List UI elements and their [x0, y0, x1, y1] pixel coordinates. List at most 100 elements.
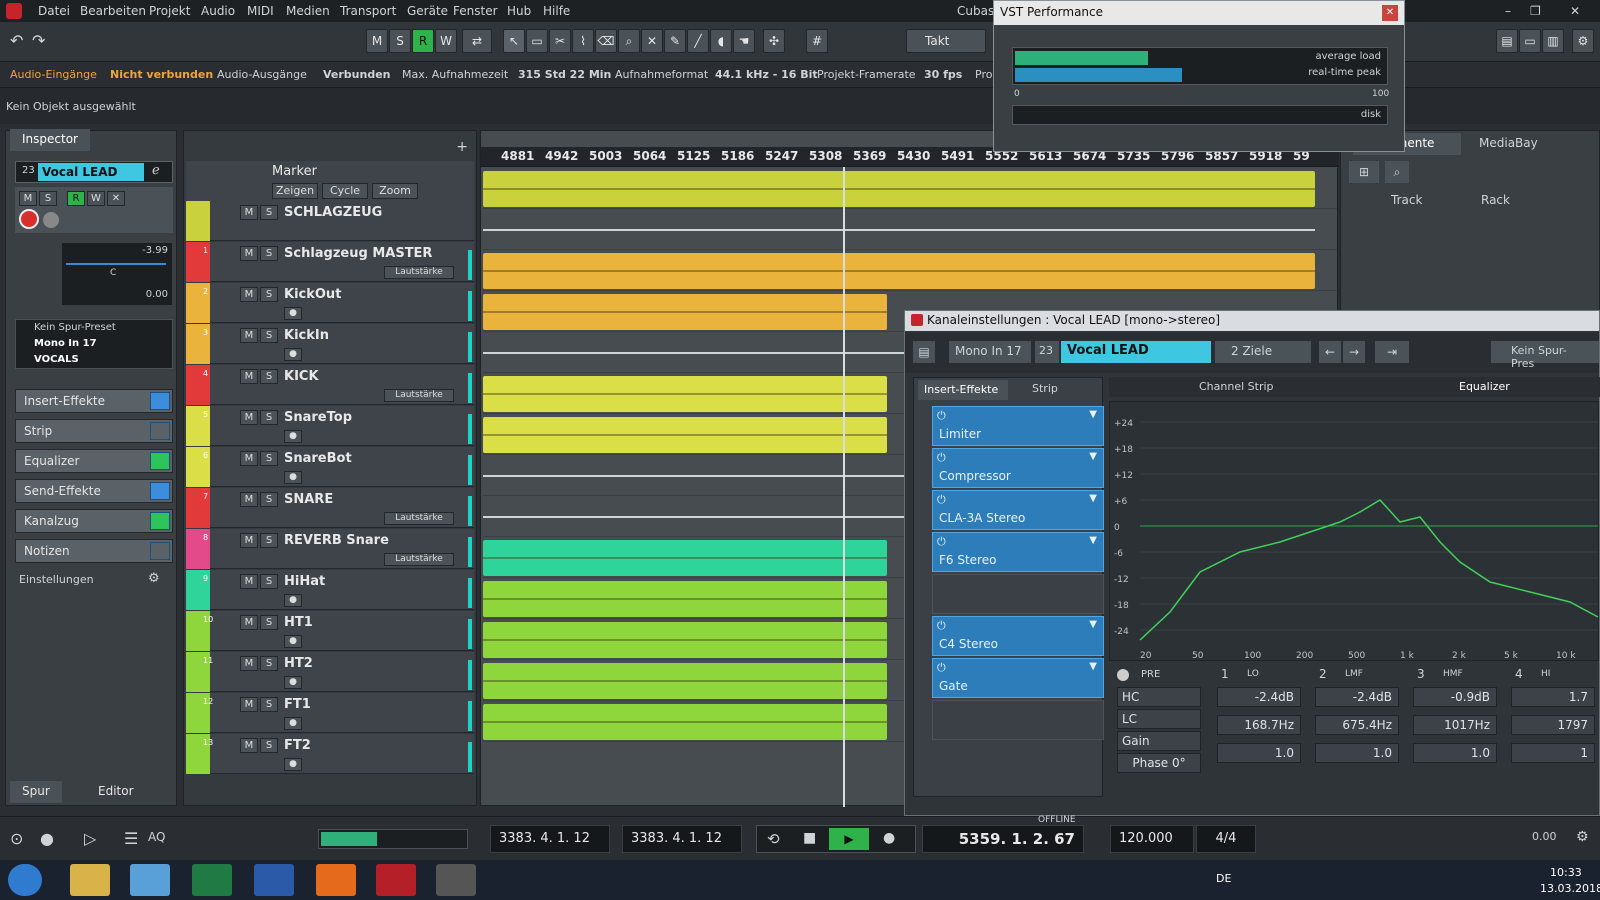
excel-icon[interactable] [192, 864, 232, 896]
track-record-icon[interactable]: ● [284, 758, 302, 771]
track-volume-label[interactable]: Lautstärke [384, 512, 454, 525]
firefox-icon[interactable] [316, 864, 356, 896]
track-name[interactable]: REVERB Snare [284, 533, 389, 548]
track-record-icon[interactable]: ● [284, 594, 302, 607]
section-send-effects[interactable]: Send-Effekte [15, 479, 173, 503]
eq-display[interactable]: +24 +18 +12 +6 0 -6 -12 -18 -24 20 50 100 200 500 1 k 2… [1109, 401, 1599, 661]
aq-button[interactable]: AQ [148, 830, 165, 844]
section-equalizer[interactable]: Equalizer [15, 449, 173, 473]
track-row[interactable]: 3 M S KickIn ● [186, 324, 474, 364]
track-volume-label[interactable]: Lautstärke [384, 266, 454, 279]
zoom-tool-icon[interactable]: ⌕ [618, 29, 640, 53]
inspector-solo-button[interactable]: S [39, 191, 57, 206]
track-record-icon[interactable]: ● [284, 430, 302, 443]
audio-event[interactable] [483, 253, 1315, 289]
vst-close-icon[interactable]: ✕ [1382, 5, 1398, 21]
inspector-write-button[interactable]: W [87, 191, 105, 206]
track-name[interactable]: HT2 [284, 656, 313, 671]
menu-fenster[interactable]: Fenster [453, 4, 498, 18]
track-row[interactable]: 11 M S HT2 ● [186, 652, 474, 692]
paint-icon[interactable] [130, 864, 170, 896]
strip-section-icon[interactable] [150, 422, 170, 440]
track-mute-button[interactable]: M [240, 615, 258, 630]
track-color-strip[interactable] [186, 201, 210, 241]
clock-time[interactable]: 10:33 [1550, 866, 1582, 879]
redo-icon[interactable]: ↷ [32, 31, 45, 50]
band-q-value[interactable]: 1.0 [1413, 743, 1497, 763]
channel-targets-button[interactable]: 2 Ziele [1215, 341, 1311, 363]
band-gain-value[interactable]: 1.7 [1511, 687, 1595, 707]
transport-gear-icon[interactable]: ⚙ [1576, 829, 1589, 845]
insert-slot[interactable]: ⏻ ▼ Gate [932, 658, 1104, 698]
plugin-power-icon[interactable]: ⏻ [937, 619, 946, 633]
band-gain-value[interactable]: -2.4dB [1217, 687, 1301, 707]
global-solo-button[interactable]: S [389, 29, 411, 53]
snap-icon[interactable]: ✣ [763, 29, 785, 53]
plugin-power-icon[interactable]: ⏻ [937, 661, 946, 675]
audio-event[interactable] [483, 704, 887, 740]
output-routing[interactable]: VOCALS [34, 354, 79, 365]
insert-slot[interactable]: ⏻ ▼ Limiter [932, 406, 1104, 446]
track-record-icon[interactable]: ● [284, 717, 302, 730]
main-position-display[interactable]: 5359. 1. 2. 67 [922, 825, 1084, 853]
rack-subtab[interactable]: Rack [1481, 193, 1510, 207]
track-volume-label[interactable]: Lautstärke [384, 553, 454, 566]
send-section-icon[interactable] [150, 482, 170, 500]
track-solo-button[interactable]: S [260, 697, 278, 712]
track-record-icon[interactable]: ● [284, 348, 302, 361]
track-name[interactable]: HiHat [284, 574, 325, 589]
band-gain-value[interactable]: -2.4dB [1315, 687, 1399, 707]
slot-dropdown-icon[interactable]: ▼ [1089, 619, 1097, 630]
arrange-lane[interactable] [483, 169, 1337, 209]
plugin-power-icon[interactable]: ⏻ [937, 451, 946, 465]
track-row[interactable]: 10 M S HT1 ● [186, 611, 474, 651]
tab-mediabay[interactable]: MediaBay [1471, 133, 1579, 155]
track-row[interactable]: 1 M S Schlagzeug MASTER Lautstärke [186, 242, 474, 282]
edit-channel-icon[interactable]: ℯ [152, 163, 160, 178]
glue-tool-icon[interactable]: ⌇ [572, 29, 594, 53]
insert-slot[interactable]: ⏻ ▼ F6 Stereo [932, 532, 1104, 572]
draw-tool-icon[interactable]: ✎ [664, 29, 686, 53]
track-subtab[interactable]: Track [1391, 193, 1422, 207]
tab-channel-strip[interactable]: Channel Strip [1199, 380, 1274, 393]
previous-channel-icon[interactable]: ← [1319, 341, 1341, 363]
clock-date[interactable]: 13.03.2018 [1540, 882, 1600, 895]
channel-preset-button[interactable]: Kein Spur-Pres [1491, 341, 1599, 370]
eq-section-icon[interactable] [150, 452, 170, 470]
slot-dropdown-icon[interactable]: ▼ [1089, 535, 1097, 546]
band-frequency-value[interactable]: 1017Hz [1413, 715, 1497, 735]
track-name[interactable]: FT2 [284, 738, 311, 753]
tab-inspector[interactable]: Inspector [10, 129, 90, 151]
audio-event[interactable] [483, 417, 887, 453]
record-enable-button[interactable] [19, 209, 39, 229]
time-signature[interactable]: 4/4 [1196, 825, 1256, 853]
search-icon[interactable]: ⌕ [1385, 161, 1409, 183]
input-routing[interactable]: Mono In 17 [34, 338, 97, 349]
track-row[interactable]: 4 M S KICK Lautstärke [186, 365, 474, 405]
grid-icon[interactable]: # [806, 29, 828, 53]
menu-hilfe[interactable]: Hilfe [543, 4, 570, 18]
track-mute-button[interactable]: M [240, 574, 258, 589]
transport-settings-icon[interactable]: ⊙ [10, 829, 23, 848]
inspector-read-button[interactable]: R [67, 191, 85, 206]
insert-slot[interactable]: ⏻ ▼ C4 Stereo [932, 616, 1104, 656]
automation-line[interactable] [483, 229, 1315, 231]
plugin-power-icon[interactable]: ⏻ [937, 409, 946, 423]
start-button-icon[interactable] [8, 864, 42, 896]
marker-cycle-button[interactable]: Cycle [322, 183, 368, 199]
marker-show-button[interactable]: Zeigen [272, 183, 318, 199]
track-name[interactable]: SnareBot [284, 451, 352, 466]
insert-slot[interactable] [932, 700, 1104, 740]
global-write-button[interactable]: W [435, 29, 457, 53]
object-select-tool-icon[interactable]: ↖ [503, 29, 525, 53]
track-name[interactable]: SnareTop [284, 410, 352, 425]
add-track-icon[interactable]: + [456, 139, 468, 155]
slot-dropdown-icon[interactable]: ▼ [1089, 451, 1097, 462]
track-name[interactable]: SNARE [284, 492, 333, 507]
automation-mode-icon[interactable]: ⇄ [462, 29, 492, 53]
slot-dropdown-icon[interactable]: ▼ [1089, 493, 1097, 504]
minimize-icon[interactable]: – [1505, 4, 1511, 18]
split-tool-icon[interactable]: ✂ [549, 29, 571, 53]
band-q-value[interactable]: 1.0 [1315, 743, 1399, 763]
range-tool-icon[interactable]: ▭ [526, 29, 548, 53]
